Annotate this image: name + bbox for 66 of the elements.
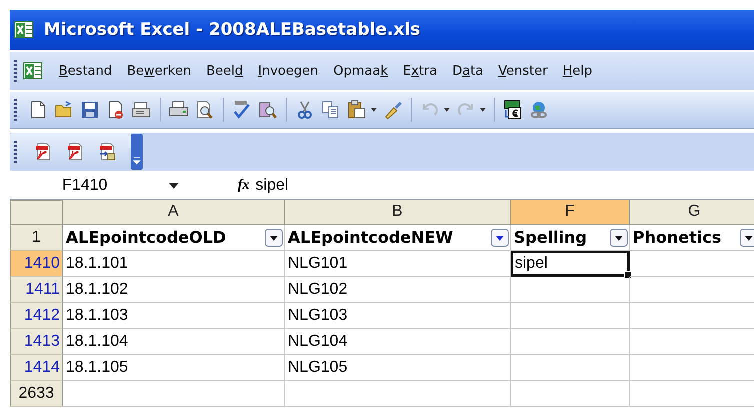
- row-header[interactable]: 1413: [10, 329, 63, 355]
- menu-item[interactable]: Beeld: [198, 64, 250, 78]
- column-header[interactable]: A: [63, 200, 285, 225]
- euro-converter-icon[interactable]: [503, 100, 523, 120]
- fill-handle[interactable]: [624, 271, 632, 279]
- spelling-icon[interactable]: [232, 100, 252, 120]
- menu-item[interactable]: Bestand: [51, 64, 120, 78]
- menu-item[interactable]: Extra: [395, 64, 444, 78]
- table-cell[interactable]: [511, 277, 630, 303]
- table-cell[interactable]: [285, 381, 511, 407]
- pdf-convert-icon[interactable]: [98, 142, 118, 162]
- table-cell[interactable]: NLG104: [285, 329, 511, 355]
- research-icon[interactable]: [258, 100, 278, 120]
- folder-icon[interactable]: [54, 100, 74, 120]
- table-cell[interactable]: NLG101: [285, 251, 511, 277]
- row-header[interactable]: 1414: [10, 355, 63, 381]
- save-icon[interactable]: [80, 100, 100, 120]
- table-header-cell: Spelling: [514, 228, 588, 247]
- table-cell[interactable]: [511, 355, 630, 381]
- column-header[interactable]: F: [511, 200, 630, 225]
- table-header-cell: ALEpointcodeNEW: [288, 228, 454, 247]
- filter-dropdown-button[interactable]: [491, 228, 509, 246]
- row-header[interactable]: 1412: [10, 303, 63, 329]
- excel-icon[interactable]: [14, 20, 36, 40]
- table-cell[interactable]: 18.1.103: [63, 303, 285, 329]
- row-header[interactable]: 1411: [10, 277, 63, 303]
- filter-dropdown-button[interactable]: [740, 228, 754, 246]
- row-header[interactable]: 2633: [10, 381, 63, 407]
- window-title: Microsoft Excel - 2008ALEBasetable.xls: [44, 20, 421, 40]
- table-header-cell: Phonetics: [633, 228, 722, 247]
- filter-dropdown-button[interactable]: [265, 228, 283, 246]
- menu-item[interactable]: Help: [554, 64, 600, 78]
- filter-dropdown-button[interactable]: [610, 228, 628, 246]
- scissors-icon[interactable]: [295, 100, 315, 120]
- column-header[interactable]: B: [285, 200, 511, 225]
- table-cell[interactable]: NLG103: [285, 303, 511, 329]
- table-cell[interactable]: NLG105: [285, 355, 511, 381]
- magnifier-icon[interactable]: [195, 100, 215, 120]
- table-cell[interactable]: 18.1.102: [63, 277, 285, 303]
- menu-item[interactable]: Opmaak: [325, 64, 396, 78]
- menu-item[interactable]: Data: [444, 64, 491, 78]
- print-preview-form-icon[interactable]: [132, 100, 152, 120]
- table-cell[interactable]: [63, 381, 285, 407]
- function-icon[interactable]: fx: [238, 178, 250, 194]
- table-header-cell: ALEpointcodeOLD: [66, 228, 226, 247]
- table-cell[interactable]: NLG102: [285, 277, 511, 303]
- table-cell[interactable]: 18.1.105: [63, 355, 285, 381]
- active-cell[interactable]: sipel: [511, 251, 630, 277]
- table-cell[interactable]: [511, 303, 630, 329]
- menu-item[interactable]: Venster: [490, 64, 555, 78]
- workbook-icon[interactable]: [23, 61, 45, 81]
- row-header[interactable]: 1: [10, 225, 63, 251]
- menu-item[interactable]: Invoegen: [250, 64, 326, 78]
- globe-link-icon[interactable]: [529, 100, 549, 120]
- row-header[interactable]: 1410: [10, 251, 63, 277]
- column-header[interactable]: G: [630, 200, 754, 225]
- copy-icon[interactable]: [321, 100, 341, 120]
- menu-item[interactable]: Bewerken: [119, 64, 198, 78]
- toolbar-options-button[interactable]: [131, 134, 143, 170]
- formula-field[interactable]: sipel: [256, 177, 754, 195]
- clipboard-icon[interactable]: [347, 100, 367, 120]
- paintbrush-icon[interactable]: [383, 100, 403, 120]
- table-cell[interactable]: 18.1.104: [63, 329, 285, 355]
- table-cell[interactable]: [511, 381, 630, 407]
- table-cell[interactable]: [511, 329, 630, 355]
- table-cell[interactable]: 18.1.101: [63, 251, 285, 277]
